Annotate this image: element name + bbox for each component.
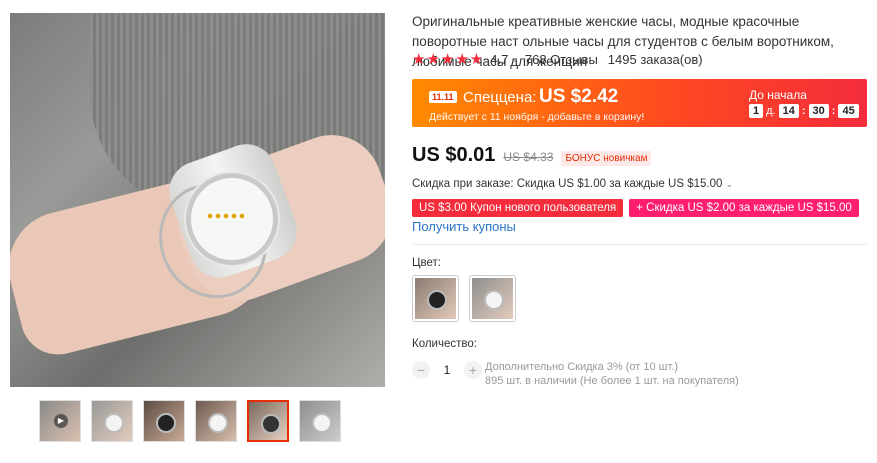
store-discount-coupon[interactable]: + Скидка US $2.00 за каждые US $15.00 — [629, 199, 859, 217]
thumbnail-6[interactable] — [299, 400, 341, 442]
reviews-link[interactable]: 768 Отзывы — [525, 52, 598, 67]
coupon-list: US $3.00 Купон нового пользователя + Ски… — [412, 199, 859, 217]
thumbnail-5-selected[interactable] — [247, 400, 289, 442]
countdown-minutes: 30 — [808, 104, 829, 118]
divider — [412, 244, 867, 245]
stock-info-text: 895 шт. в наличии (Не более 1 шт. на пок… — [485, 375, 739, 387]
order-discount[interactable]: Скидка при заказе: Скидка US $1.00 за ка… — [412, 178, 733, 190]
quantity-input[interactable]: 1 — [430, 363, 464, 377]
countdown-seconds: 45 — [838, 104, 859, 118]
price-row: US $0.01 US $4.33 БОНУС новичкам — [412, 144, 652, 167]
thumbnail-4[interactable] — [195, 400, 237, 442]
play-icon: ▶ — [54, 414, 68, 428]
sale-badge: 11.11 — [429, 91, 457, 103]
quantity-stepper: − 1 + — [412, 361, 482, 379]
watch-icon — [484, 290, 504, 310]
promo-banner: 11.11 Спеццена: US $2.42 Действует с 11 … — [412, 79, 867, 127]
order-discount-text: Скидка при заказе: Скидка US $1.00 за ка… — [412, 178, 723, 190]
color-label: Цвет: — [412, 257, 441, 269]
watch-dial-dots — [206, 213, 246, 219]
thumbnail-strip: ▶ — [39, 400, 341, 442]
quantity-label: Количество: — [412, 338, 477, 350]
special-price: US $2.42 — [539, 86, 619, 107]
get-coupons-link[interactable]: Получить купоны — [412, 219, 516, 234]
orders-count: 1495 заказа(ов) — [607, 51, 703, 67]
main-product-image[interactable] — [10, 13, 385, 387]
quantity-info: Дополнительно Скидка 3% (от 10 шт.) 895 … — [485, 360, 739, 388]
color-swatches — [412, 275, 516, 322]
thumbnail-2[interactable] — [91, 400, 133, 442]
current-price: US $0.01 — [412, 144, 496, 166]
old-price: US $4.33 — [503, 150, 554, 164]
chevron-down-icon[interactable]: ⌄ — [511, 54, 519, 65]
thumbnail-video[interactable]: ▶ — [39, 400, 81, 442]
newbie-bonus-badge: БОНУС новичкам — [561, 151, 652, 166]
quantity-decrease-button[interactable]: − — [412, 361, 430, 379]
star-rating-icons: ★★★★★ — [412, 51, 485, 68]
countdown-days: 1 — [749, 104, 764, 118]
countdown-hours: 14 — [778, 104, 799, 118]
rating-row: ★★★★★ 4.7 ⌄ 768 Отзывы 1495 заказа(ов) — [412, 50, 703, 68]
chevron-down-icon: ⌄ — [725, 179, 734, 189]
rating-value[interactable]: 4.7 — [490, 52, 508, 67]
watch-icon — [427, 290, 447, 310]
countdown-timer: 1 д. 14 : 30 : 45 — [749, 104, 862, 118]
watch-face — [186, 173, 278, 265]
color-option-black[interactable] — [412, 275, 459, 322]
color-option-white[interactable] — [469, 275, 516, 322]
watch-icon — [261, 414, 281, 434]
watch-icon — [156, 413, 176, 433]
new-user-coupon[interactable]: US $3.00 Купон нового пользователя — [412, 199, 624, 217]
countdown-label: До начала — [749, 88, 807, 102]
countdown-days-unit: д. — [766, 105, 776, 117]
watch-icon — [208, 413, 228, 433]
bulk-discount-text: Дополнительно Скидка 3% (от 10 шт.) — [485, 361, 679, 373]
watch-icon — [312, 413, 332, 433]
countdown-separator: : — [801, 105, 806, 117]
special-price-label: Спеццена: — [463, 89, 537, 106]
quantity-increase-button[interactable]: + — [464, 361, 482, 379]
watch-icon — [104, 413, 124, 433]
countdown-separator: : — [831, 105, 836, 117]
promo-subtitle: Действует с 11 ноября - добавьте в корзи… — [429, 111, 645, 123]
thumbnail-3[interactable] — [143, 400, 185, 442]
